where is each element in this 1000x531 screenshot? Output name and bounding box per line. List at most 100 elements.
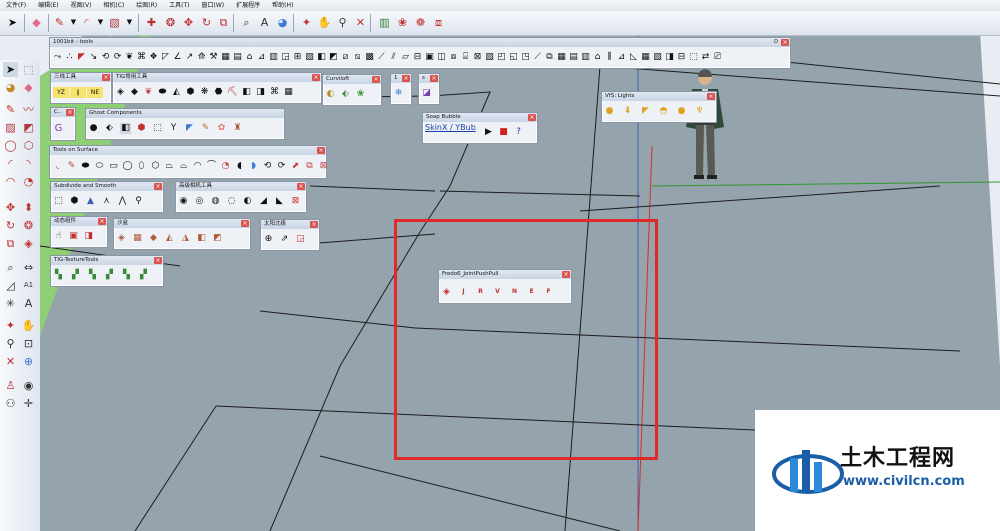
menu-tools[interactable]: 工具(T) (163, 0, 195, 11)
close-icon[interactable]: × (430, 75, 438, 82)
tool-icon[interactable]: ⬚ (688, 52, 699, 63)
menu-draw[interactable]: 绘图(R) (130, 0, 163, 11)
tool-icon[interactable]: ⊿ (256, 52, 267, 63)
tool-icon[interactable]: ⚲ (133, 196, 144, 207)
tool-icon[interactable]: ▨ (304, 52, 315, 63)
tool-icon[interactable]: ▲ (85, 196, 96, 207)
tool-icon[interactable]: ▩ (364, 52, 375, 63)
tool-icon[interactable]: ⊠ (472, 52, 483, 63)
tool-icon[interactable]: ◮ (180, 233, 191, 244)
tool-icon[interactable]: ▞ (138, 270, 149, 281)
two-point-arc-icon[interactable]: ◝ (21, 156, 36, 171)
walk-icon[interactable]: ⚇ (3, 396, 18, 411)
close-icon[interactable]: × (241, 220, 249, 227)
tool-icon[interactable]: ◤ (184, 123, 195, 134)
pan-icon[interactable]: ✋ (21, 318, 36, 333)
loft-icon[interactable]: ◐ (325, 89, 336, 100)
section-plane-icon[interactable]: ✛ (21, 396, 36, 411)
close-icon[interactable]: × (781, 39, 789, 46)
tool-icon[interactable]: ◈ (115, 87, 126, 98)
tool-icon[interactable]: ◖ (234, 161, 245, 172)
tool-icon[interactable]: ⊠ (290, 196, 301, 207)
look-around-icon[interactable]: ◉ (21, 378, 36, 393)
tool-icon[interactable]: ◯ (122, 161, 133, 172)
close-icon[interactable]: × (310, 221, 318, 228)
jpp-follow-button[interactable]: F (543, 287, 554, 298)
tool-icon[interactable]: ◸ (160, 52, 171, 63)
tool-icon[interactable]: ▥ (580, 52, 591, 63)
tool-icon[interactable]: ◠ (192, 161, 203, 172)
tool-icon[interactable]: ◧ (316, 52, 327, 63)
tool-icon[interactable]: ⬚ (152, 123, 163, 134)
help-icon[interactable]: ? (513, 127, 524, 138)
tool-icon[interactable]: ⬖ (104, 123, 115, 134)
north-angle-icon[interactable]: ◲ (295, 234, 306, 245)
tool-icon[interactable]: ◧ (196, 233, 207, 244)
zoom-window-icon[interactable]: ⊡ (21, 336, 36, 351)
tool-icon[interactable]: ⌂ (244, 52, 255, 63)
tool-icon[interactable]: ⌂ (592, 52, 603, 63)
jpp-vector-button[interactable]: V (492, 287, 503, 298)
dimension-icon[interactable]: ⇔ (21, 260, 36, 275)
tool-icon[interactable]: ⬢ (69, 196, 80, 207)
bomb-icon[interactable]: ● (88, 123, 99, 134)
c-tool-icon[interactable]: G (53, 123, 64, 134)
tool-icon[interactable]: ◢ (258, 196, 269, 207)
tool-icon[interactable]: ⧅ (352, 52, 363, 63)
tool-icon[interactable]: ▧ (484, 52, 495, 63)
polygon-icon[interactable]: ⬡ (21, 138, 36, 153)
paint-bucket-icon[interactable]: ◕ (3, 80, 18, 95)
zoom-extents-icon[interactable]: ✕ (352, 14, 369, 31)
tool-icon[interactable]: ⬢ (136, 123, 147, 134)
scale-icon[interactable]: ⧉ (3, 236, 18, 251)
close-icon[interactable]: × (154, 257, 162, 264)
move-icon[interactable]: ✥ (3, 200, 18, 215)
select-arrow-icon[interactable]: ➤ (4, 14, 21, 31)
close-icon[interactable]: × (66, 109, 74, 116)
tool-icon[interactable]: ⧉ (544, 52, 555, 63)
tool-icon[interactable]: ⬈ (290, 161, 301, 172)
eraser-icon[interactable]: ◆ (28, 14, 45, 31)
3d-warehouse-icon[interactable]: ▥ (376, 14, 393, 31)
tool-icon[interactable]: ▦ (220, 52, 231, 63)
zoom-extents-icon[interactable]: ✕ (3, 354, 18, 369)
tool-icon[interactable]: ▦ (283, 87, 294, 98)
tool-icon[interactable]: ◰ (496, 52, 507, 63)
tool-icon[interactable]: ⛏ (227, 87, 238, 98)
components-icon[interactable]: ❀ (394, 14, 411, 31)
tool-icon[interactable]: ⬡ (150, 161, 161, 172)
tool-icon[interactable]: ◺ (628, 52, 639, 63)
tool-icon[interactable]: ⊿ (616, 52, 627, 63)
follow-me-icon[interactable]: ❂ (21, 218, 36, 233)
close-icon[interactable]: × (102, 74, 110, 81)
tool-icon[interactable]: ◱ (508, 52, 519, 63)
stop-icon[interactable]: ■ (498, 127, 509, 138)
jpp-extrude-button[interactable]: E (526, 287, 537, 298)
tool-icon[interactable]: ◨ (664, 52, 675, 63)
orbit-icon[interactable]: ✦ (298, 14, 315, 31)
tool-icon[interactable]: ❖ (148, 52, 159, 63)
tool-icon[interactable]: ∴ (64, 52, 75, 63)
jpp-normal-button[interactable]: N (509, 287, 520, 298)
tool-icon[interactable]: ⋀ (117, 196, 128, 207)
tool-icon[interactable]: ↗ (184, 52, 195, 63)
tool-icon[interactable]: ◟ (52, 161, 63, 172)
skin-ybub-label[interactable]: SkinX / YBub (425, 123, 476, 132)
close-icon[interactable]: × (707, 93, 715, 100)
orbit-icon[interactable]: ✦ (3, 318, 18, 333)
tool-icon[interactable]: Y (168, 123, 179, 134)
tool-icon[interactable]: ◩ (212, 233, 223, 244)
spot-light-icon[interactable]: ⬇ (622, 106, 633, 117)
tool-icon[interactable]: ⧉ (304, 161, 315, 172)
snowflake-icon[interactable]: ❄ (393, 88, 404, 99)
rectangle-icon[interactable]: ▨ (3, 120, 18, 135)
tool-icon[interactable]: ▞ (104, 270, 115, 281)
tool-icon[interactable]: ⟋ (376, 52, 387, 63)
tool-icon[interactable]: ⬬ (80, 161, 91, 172)
sphere-light-icon[interactable]: ● (676, 106, 687, 117)
mesh-light-icon[interactable]: ♆ (694, 106, 705, 117)
cube-icon[interactable]: ◪ (421, 88, 432, 99)
close-icon[interactable]: × (402, 75, 410, 82)
tool-icon[interactable]: ◧ (120, 123, 131, 134)
protractor-icon[interactable]: ◿ (3, 278, 18, 293)
